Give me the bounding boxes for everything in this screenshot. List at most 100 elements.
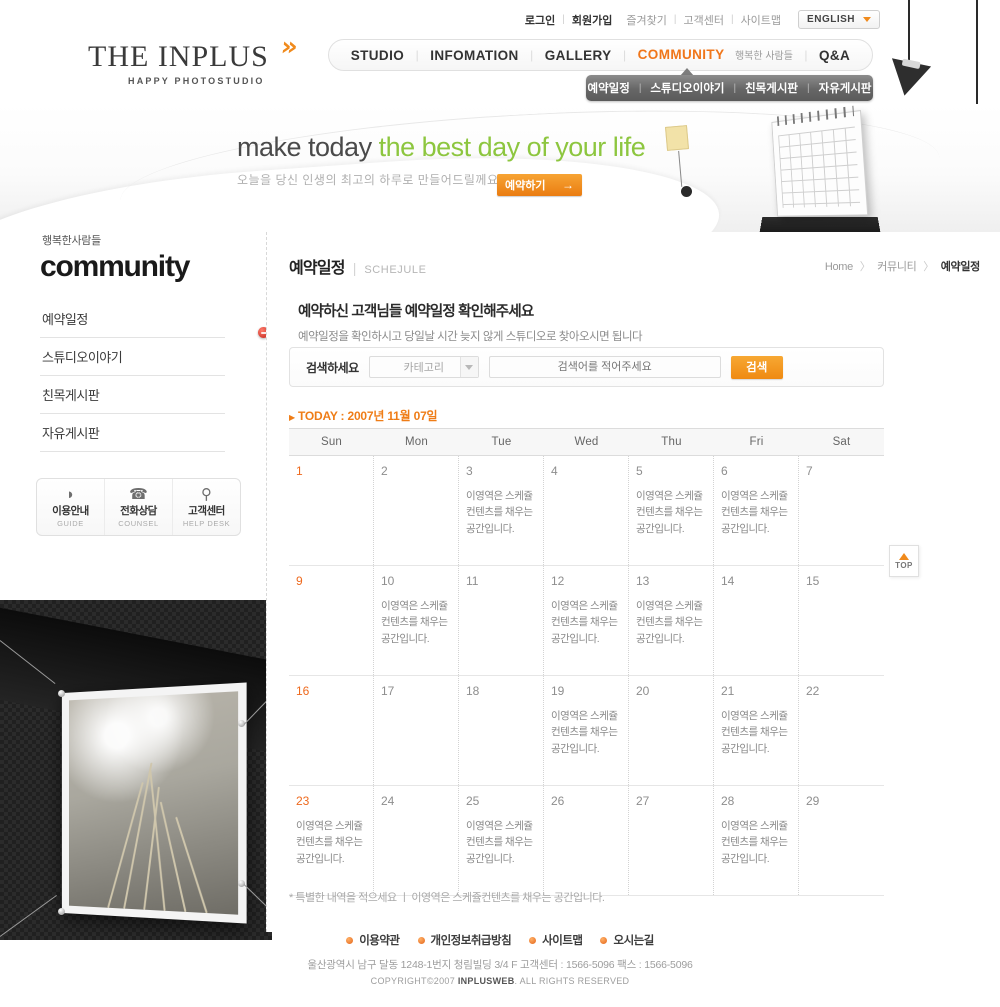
footer-directions-link[interactable]: 오시는길 — [600, 932, 654, 948]
calendar-day-number: 13 — [636, 574, 650, 588]
calendar-day-cell[interactable]: 17 — [374, 676, 459, 785]
calendar-day-cell[interactable]: 12 이영역은 스케쥴 컨텐츠를 채우는 공간입니다. — [544, 566, 629, 675]
calendar-day-cell[interactable]: 15 — [799, 566, 884, 675]
site-logo[interactable]: THE INPLUS » HAPPY PHOTOSTUDIO — [88, 32, 328, 86]
calendar-day-cell[interactable]: 18 — [459, 676, 544, 785]
calendar-note: * 특별한 내역을 적으세요 ㅣ 이영역은 스케쥴컨텐츠를 채우는 공간입니다. — [289, 892, 605, 904]
quicklink-counsel[interactable]: ☎ 전화상담 COUNSEL — [105, 479, 173, 535]
calendar-day-cell[interactable]: 27 — [629, 786, 714, 895]
sidebar-item-friendship-board[interactable]: 친목게시판 — [40, 376, 225, 414]
calendar-week-row: 1 2 3 이영역은 스케쥴 컨텐츠를 채우는 공간입니다. 4 5 이영역은 스케쥴 컨텐… — [289, 456, 884, 566]
calendar-day-number: 12 — [551, 574, 565, 588]
calendar-day-number: 11 — [466, 574, 479, 588]
calendar-day-cell[interactable]: 13 이영역은 스케쥴 컨텐츠를 채우는 공간입니다. — [629, 566, 714, 675]
search-input[interactable] — [488, 356, 721, 378]
signup-link[interactable]: 회원가입 — [565, 12, 619, 28]
calendar-day-cell[interactable]: 25 이영역은 스케쥴 컨텐츠를 채우는 공간입니다. — [459, 786, 544, 895]
calendar-day-cell[interactable]: 10 이영역은 스케쥴 컨텐츠를 채우는 공간입니다. — [374, 566, 459, 675]
quicklink-guide-label: 이용안내 — [52, 504, 89, 517]
arrow-right-icon: → — [562, 178, 574, 192]
logo-chevron-icon: » — [278, 32, 295, 62]
calendar-day-cell[interactable]: 19 이영역은 스케쥴 컨텐츠를 채우는 공간입니다. — [544, 676, 629, 785]
calendar-day-cell[interactable]: 3 이영역은 스케쥴 컨텐츠를 채우는 공간입니다. — [459, 456, 544, 565]
page-root: 로그인 | 회원가입 즐겨찾기 | 고객센터 | 사이트맵 ENGLISH TH… — [0, 0, 1000, 1007]
nav-community-tag: 행복한 사람들 — [734, 51, 793, 62]
calendar-day-cell[interactable]: 20 — [629, 676, 714, 785]
footer-sitemap-link[interactable]: 사이트맵 — [529, 932, 583, 948]
quicklink-guide[interactable]: ◗ 이용안내 GUIDE — [37, 479, 105, 535]
calendar-event-text: 이영역은 스케쥴 컨텐츠를 채우는 공간입니다. — [636, 490, 703, 535]
submenu-friendship-board[interactable]: 친목게시판 — [736, 80, 807, 96]
breadcrumb-community[interactable]: 커뮤니티 — [877, 261, 917, 273]
calendar-day-number: 20 — [636, 684, 650, 698]
sidebar-item-reservation-schedule[interactable]: 예약일정 — [40, 300, 225, 338]
bullet-icon — [600, 936, 608, 944]
calendar-day-cell[interactable]: 16 — [289, 676, 374, 785]
login-link[interactable]: 로그인 — [518, 12, 562, 28]
sidebar-item-studio-story[interactable]: 스튜디오이야기 — [40, 338, 225, 376]
quicklink-counsel-sublabel: COUNSEL — [118, 518, 159, 528]
language-selector[interactable]: ENGLISH — [798, 10, 880, 29]
calendar-day-cell[interactable]: 7 — [799, 456, 884, 565]
hero-banner: make today the best day of your life 오늘을… — [0, 104, 1000, 232]
calendar-day-cell[interactable]: 4 — [544, 456, 629, 565]
submenu-free-board[interactable]: 자유게시판 — [810, 80, 881, 96]
nav-infomation[interactable]: INFOMATION — [430, 48, 519, 63]
top-utility-bar: 로그인 | 회원가입 즐겨찾기 | 고객센터 | 사이트맵 ENGLISH — [518, 10, 880, 29]
main-content: 예약일정 | SCHEJULE Home 〉 커뮤니티 〉 예약일정 예약하신 … — [266, 232, 1000, 932]
bookmark-link[interactable]: 즐겨찾기 — [619, 12, 673, 28]
calendar-day-cell[interactable]: 1 — [289, 456, 374, 565]
calendar-day-number: 14 — [721, 574, 735, 588]
page-title-en: SCHEJULE — [364, 264, 427, 276]
calendar-day-cell[interactable]: 9 — [289, 566, 374, 675]
nav-community[interactable]: COMMUNITY — [638, 47, 725, 62]
today-label: ▶ TODAY : 2007년 11월 07일 — [289, 407, 438, 424]
calendar-day-cell[interactable]: 21 이영역은 스케쥴 컨텐츠를 채우는 공간입니다. — [714, 676, 799, 785]
sitemap-link[interactable]: 사이트맵 — [734, 12, 788, 28]
calendar-day-cell[interactable]: 5 이영역은 스케쥴 컨텐츠를 채우는 공간입니다. — [629, 456, 714, 565]
calendar-day-number: 10 — [381, 574, 395, 588]
hero-text-block: make today the best day of your life 오늘을… — [237, 132, 646, 188]
submenu-studio-story[interactable]: 스튜디오이야기 — [641, 80, 733, 96]
calendar-week-row: 16 17 18 19 이영역은 스케쥴 컨텐츠를 채우는 공간입니다. 20 21 이영역은… — [289, 676, 884, 786]
nav-gallery[interactable]: GALLERY — [545, 48, 612, 63]
calendar-day-cell[interactable]: 11 — [459, 566, 544, 675]
customer-center-link[interactable]: 고객센터 — [676, 12, 730, 28]
calendar-day-number: 1 — [296, 464, 303, 478]
search-button[interactable]: 검색 — [730, 355, 783, 379]
calendar-event-text: 이영역은 스케쥴 컨텐츠를 채우는 공간입니다. — [381, 600, 448, 645]
footer-links: 이용약관 개인정보취급방침 사이트맵 오시는길 — [0, 932, 1000, 948]
footer-privacy-link[interactable]: 개인정보취급방침 — [417, 932, 512, 948]
calendar-day-cell[interactable]: 28 이영역은 스케쥴 컨텐츠를 채우는 공간입니다. — [714, 786, 799, 895]
bullet-icon — [529, 936, 537, 944]
breadcrumb-home[interactable]: Home — [825, 261, 853, 273]
search-label: 검색하세요 — [306, 360, 359, 375]
weekday-sat: Sat — [832, 436, 851, 448]
quicklink-guide-sublabel: GUIDE — [57, 518, 84, 528]
quicklink-helpdesk[interactable]: ⚲ 고객센터 HELP DESK — [173, 479, 240, 535]
scroll-to-top-button[interactable]: TOP — [889, 545, 919, 577]
footer-terms-link[interactable]: 이용약관 — [346, 932, 400, 948]
calendar-day-cell[interactable]: 22 — [799, 676, 884, 785]
sidebar-item-free-board[interactable]: 자유게시판 — [40, 414, 225, 452]
calendar-day-cell[interactable]: 14 — [714, 566, 799, 675]
intro-block: 예약하신 고객님들 예약일정 확인해주세요 예약일정을 확인하시고 당일날 시간… — [298, 300, 643, 344]
book-icon: ◗ — [65, 485, 76, 503]
submenu-reservation-schedule[interactable]: 예약일정 — [578, 80, 638, 96]
calendar-day-cell[interactable]: 29 — [799, 786, 884, 895]
nav-qna[interactable]: Q&A — [819, 48, 850, 63]
triangle-right-icon: ▶ — [289, 413, 295, 422]
intro-title: 예약하신 고객님들 예약일정 확인해주세요 — [298, 304, 534, 320]
calendar-day-number: 15 — [806, 574, 820, 588]
reserve-button[interactable]: 예약하기 → — [497, 174, 582, 196]
scroll-to-top-label: TOP — [895, 560, 913, 570]
calendar-day-cell[interactable]: 23 이영역은 스케쥴 컨텐츠를 채우는 공간입니다. — [289, 786, 374, 895]
calendar-day-cell[interactable]: 2 — [374, 456, 459, 565]
footer-copyright: COPYRIGHT©2007 INPLUSWEB. ALL RIGHTS RES… — [0, 976, 1000, 986]
category-select[interactable]: 카테고리 — [368, 356, 479, 378]
calendar-day-cell[interactable]: 24 — [374, 786, 459, 895]
nav-studio[interactable]: STUDIO — [351, 48, 404, 63]
calendar-day-cell[interactable]: 26 — [544, 786, 629, 895]
page-title-ko: 예약일정 — [289, 260, 345, 277]
calendar-day-cell[interactable]: 6 이영역은 스케쥴 컨텐츠를 채우는 공간입니다. — [714, 456, 799, 565]
